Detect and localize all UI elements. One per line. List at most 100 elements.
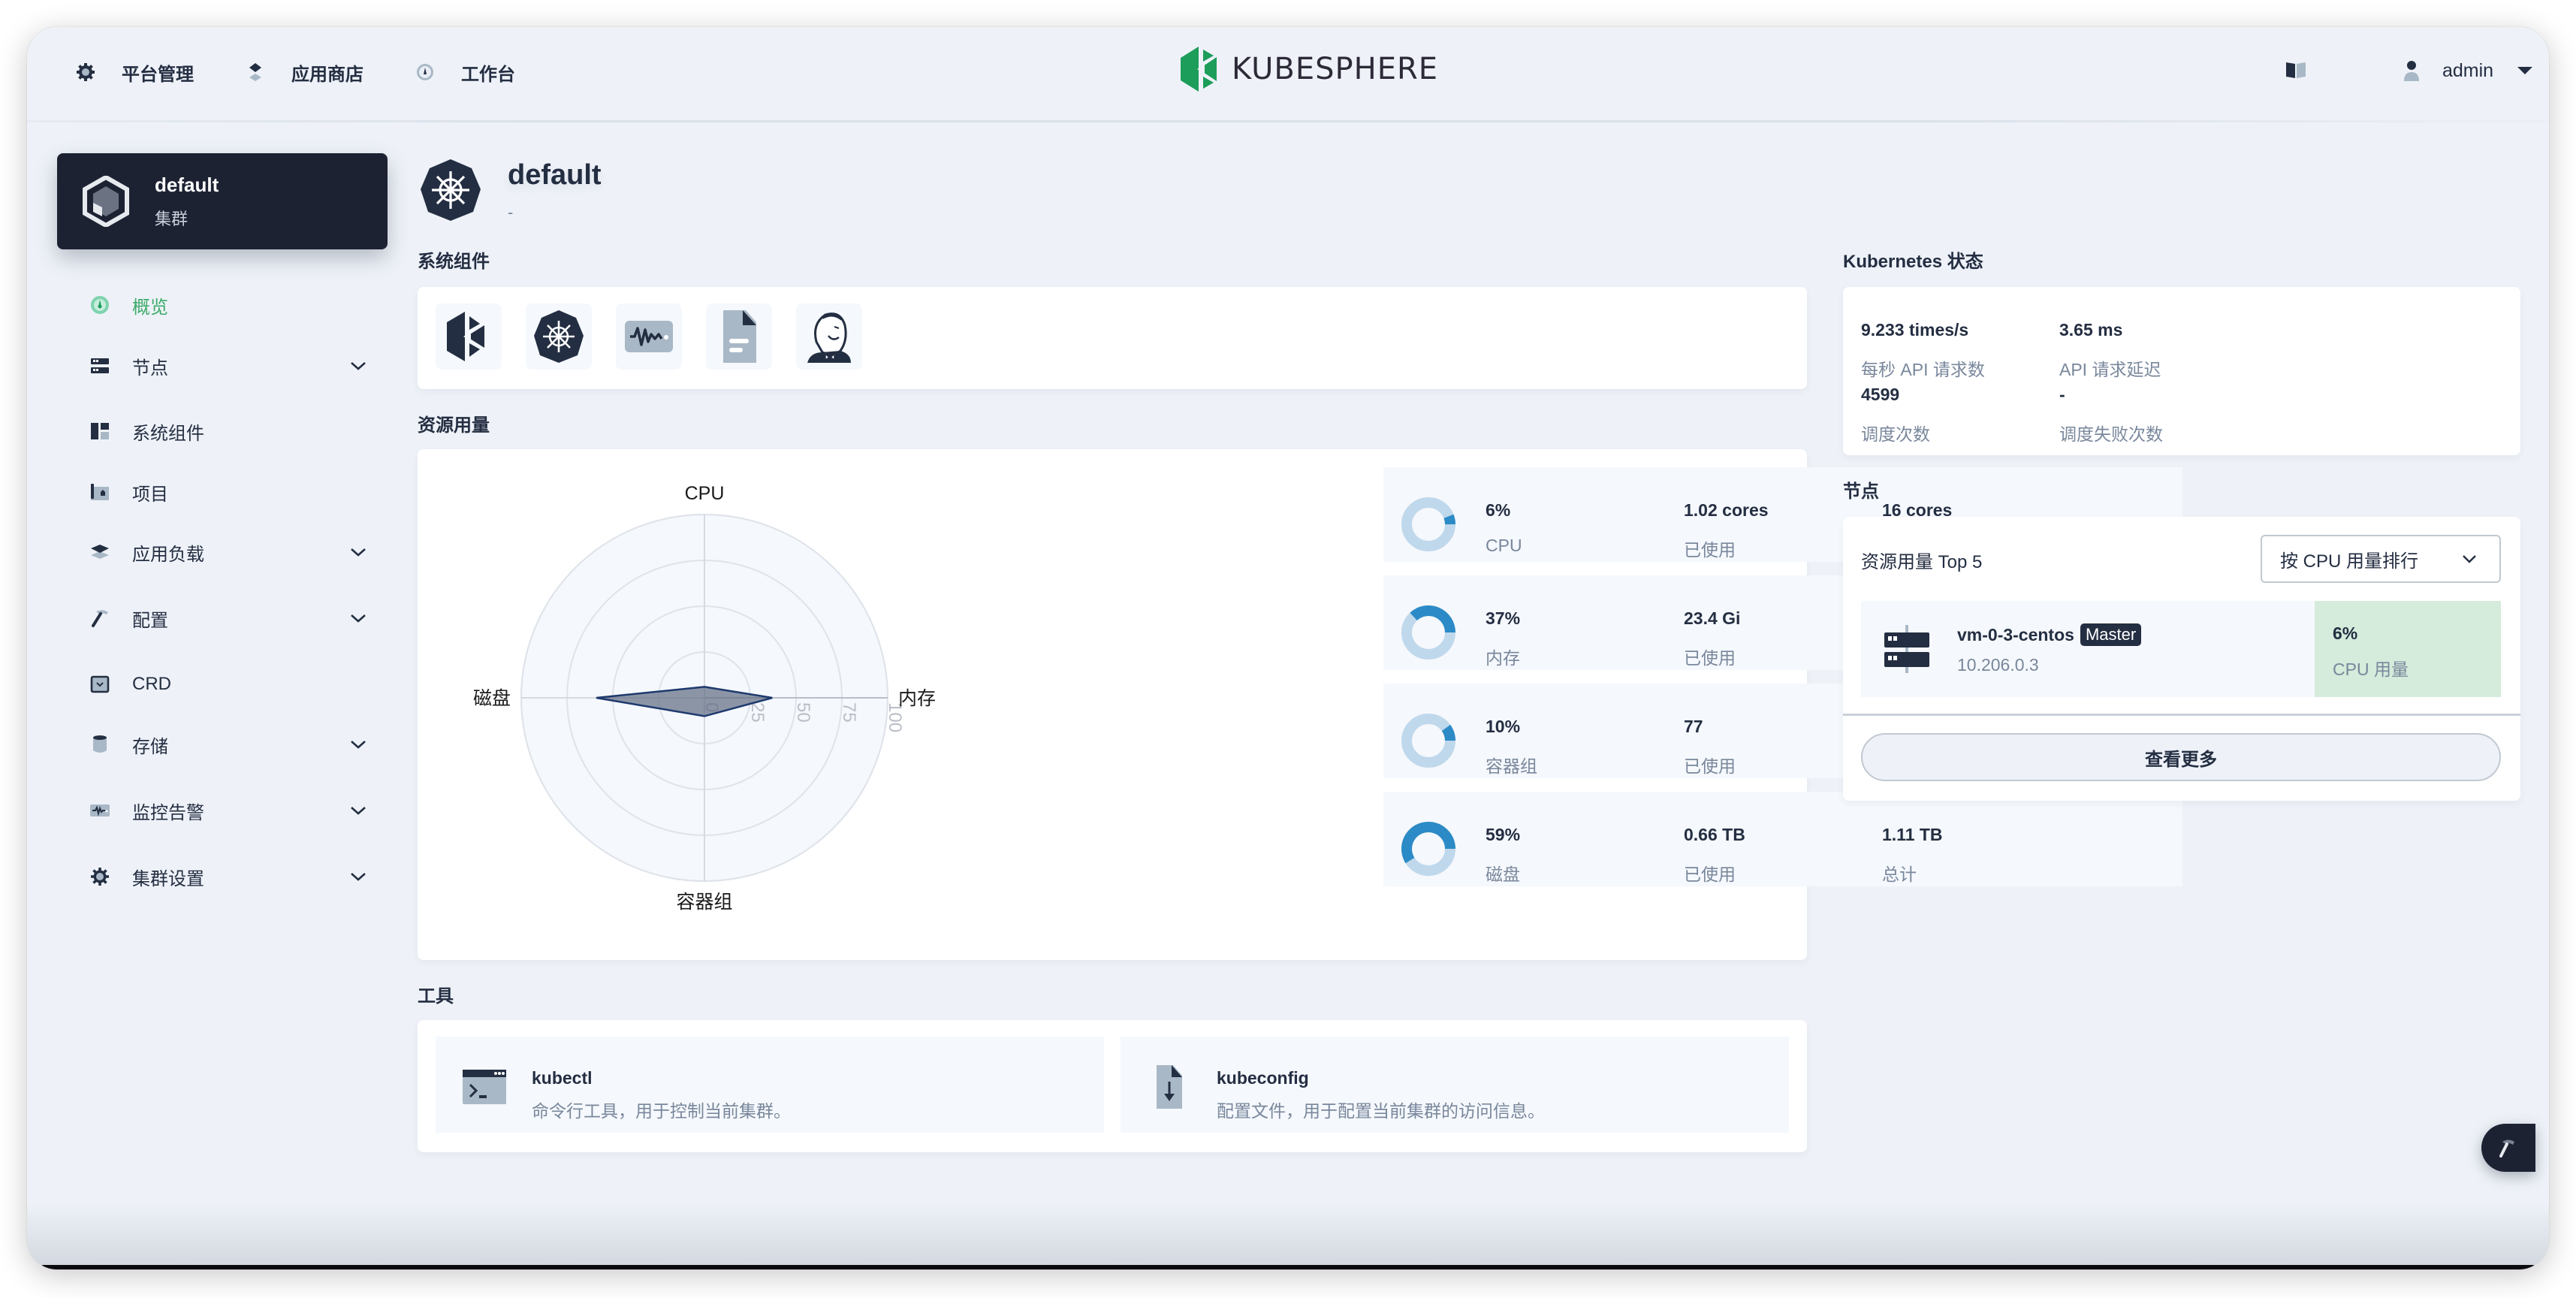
user-menu[interactable]: admin: [2403, 57, 2533, 84]
kubesphere-logo[interactable]: KUBESPHERE: [1181, 47, 1438, 92]
sidebar-item-cluster-settings[interactable]: 集群设置: [57, 858, 388, 895]
gear-icon: [77, 63, 95, 81]
nav-workbench[interactable]: 工作台: [415, 59, 515, 86]
donut-fill: [1441, 724, 1455, 741]
system-components-panel: [418, 287, 1807, 389]
sidebar-item-projects[interactable]: 项目: [57, 473, 388, 511]
sidebar-item-label: 存储: [132, 736, 168, 757]
stat-label: 已使用: [1684, 648, 1736, 668]
section-title-tools: 工具: [418, 986, 454, 1007]
cluster-switcher[interactable]: default 集群: [57, 153, 388, 249]
k8s-status-panel: 9.233 times/s 每秒 API 请求数 3.65 ms API 请求延迟 …: [1843, 287, 2520, 455]
resource-radar-chart: 0255075100CPU内存容器组磁盘: [473, 483, 936, 913]
radar-axis-label: 内存: [898, 688, 936, 709]
hammer-icon: [92, 610, 108, 627]
stat-value: 23.4 Gi: [1684, 608, 1741, 628]
sort-select-value: 按 CPU 用量排行: [2280, 551, 2419, 572]
stat-used: 0.66 TB 已使用: [1684, 825, 1745, 886]
kubernetes-icon: [534, 310, 584, 363]
stat-used: 23.4 Gi 已使用: [1684, 608, 1740, 669]
section-title-nodes: 节点: [1843, 481, 1879, 502]
radar-tick-label: 75: [839, 702, 859, 723]
stat-percent: 6% CPU: [1486, 500, 1522, 556]
docs-button[interactable]: [2285, 60, 2307, 80]
sidebar-item-crd[interactable]: CRD: [57, 666, 388, 703]
component-devops[interactable]: [796, 303, 862, 370]
sidebar-item-workloads[interactable]: 应用负载: [57, 533, 388, 571]
view-more-button[interactable]: 查看更多: [1861, 733, 2501, 781]
donut-fill: [1410, 605, 1455, 633]
section-title-k8s-status: Kubernetes 状态: [1843, 252, 1983, 272]
sidebar-item-label: 概览: [132, 297, 168, 318]
sidebar-item-monitoring[interactable]: 监控告警: [57, 792, 388, 829]
stat-value: 1.02 cores: [1684, 500, 1769, 520]
usage-donut: [1401, 497, 1455, 551]
node-role-badge: Master: [2080, 623, 2142, 646]
tool-kubeconfig[interactable]: kubeconfig 配置文件，用于配置当前集群的访问信息。: [1121, 1037, 1789, 1133]
stat-total: 1.11 TB 总计: [1882, 825, 1943, 886]
toolbox-button[interactable]: [2481, 1124, 2535, 1172]
monitoring-icon: [625, 321, 673, 352]
sidebar-item-overview[interactable]: 概览: [57, 286, 388, 324]
stat-value: 59%: [1486, 825, 1521, 844]
sort-select[interactable]: 按 CPU 用量排行: [2261, 535, 2501, 583]
sidebar-item-label: 系统组件: [132, 423, 204, 444]
tool-name: kubectl: [532, 1068, 593, 1088]
stat-value: 6%: [1486, 500, 1511, 520]
component-kubernetes[interactable]: [526, 303, 592, 370]
app-window: 平台管理 应用商店 工作台 KUBESPHERE admin default 集…: [27, 27, 2549, 1269]
brand-name: KUBESPHERE: [1232, 52, 1439, 86]
stat-percent: 59% 磁盘: [1486, 825, 1520, 886]
sidebar-item-nodes[interactable]: 节点: [57, 347, 388, 385]
donut-track: [1401, 497, 1455, 551]
metric-label: 调度失败次数: [2059, 424, 2163, 444]
stat-label: 已使用: [1684, 756, 1736, 776]
radar-tick-label: 50: [793, 702, 813, 723]
metric-schedule-count: 4599 调度次数: [1861, 385, 1930, 445]
component-kubesphere[interactable]: [436, 303, 502, 370]
node-server-icon: [1884, 625, 1929, 673]
chevron-down-icon: [351, 548, 366, 557]
database-icon: [93, 735, 107, 753]
metric-schedule-failures: - 调度失败次数: [2059, 385, 2163, 445]
nav-app-store[interactable]: 应用商店: [245, 59, 363, 86]
terminal-icon: [463, 1070, 506, 1104]
sidebar-item-configuration[interactable]: 配置: [57, 599, 388, 637]
resource-usage-panel: 0255075100CPU内存容器组磁盘 6%CPU 1.02 cores已使用…: [418, 449, 2182, 960]
section-title-resource-usage: 资源用量: [418, 415, 490, 436]
sidebar-item-storage[interactable]: 存储: [57, 726, 388, 763]
caret-down-icon: [2517, 67, 2533, 74]
metric-value: 9.233 times/s: [1861, 320, 1969, 340]
sidebar-item-system-components[interactable]: 系统组件: [57, 412, 388, 450]
stat-value: 77: [1684, 717, 1703, 736]
sidebar-item-label: 集群设置: [132, 868, 204, 889]
stat-label: 磁盘: [1486, 865, 1520, 884]
sidebar-item-label: 监控告警: [132, 802, 204, 823]
chevron-down-icon: [351, 873, 366, 881]
stat-label: 内存: [1486, 648, 1520, 668]
radar-axis-label: 磁盘: [473, 688, 511, 709]
component-logging[interactable]: [706, 303, 772, 370]
node-list-item[interactable]: vm-0-3-centos Master 10.206.0.3 6% CPU 用…: [1861, 601, 2501, 697]
cluster-icon: [83, 176, 129, 227]
nav-label: 平台管理: [122, 64, 194, 85]
project-icon: [91, 484, 109, 500]
jenkins-icon: [807, 312, 851, 363]
page-title: default: [508, 159, 602, 191]
stat-percent: 37% 内存: [1486, 608, 1520, 669]
tool-kubectl[interactable]: kubectl 命令行工具，用于控制当前集群。: [436, 1037, 1104, 1133]
top5-title: 资源用量 Top 5: [1861, 552, 1983, 572]
metric-value: -: [2059, 385, 2065, 404]
chevron-down-icon: [351, 362, 366, 370]
stat-value: 10%: [1486, 717, 1521, 736]
nav-platform-management[interactable]: 平台管理: [75, 59, 194, 86]
kubesphere-logo-icon: [1181, 47, 1217, 92]
stat-label: 已使用: [1684, 540, 1736, 560]
divider: [1843, 714, 2520, 716]
chevron-down-icon: [351, 807, 366, 815]
dashboard-icon: [417, 64, 433, 80]
component-monitoring[interactable]: [616, 303, 682, 370]
tools-panel: kubectl 命令行工具，用于控制当前集群。 kubeconfig 配置文件，…: [418, 1020, 1807, 1152]
stat-used: 77 已使用: [1684, 717, 1736, 777]
app-store-icon: [249, 63, 261, 81]
